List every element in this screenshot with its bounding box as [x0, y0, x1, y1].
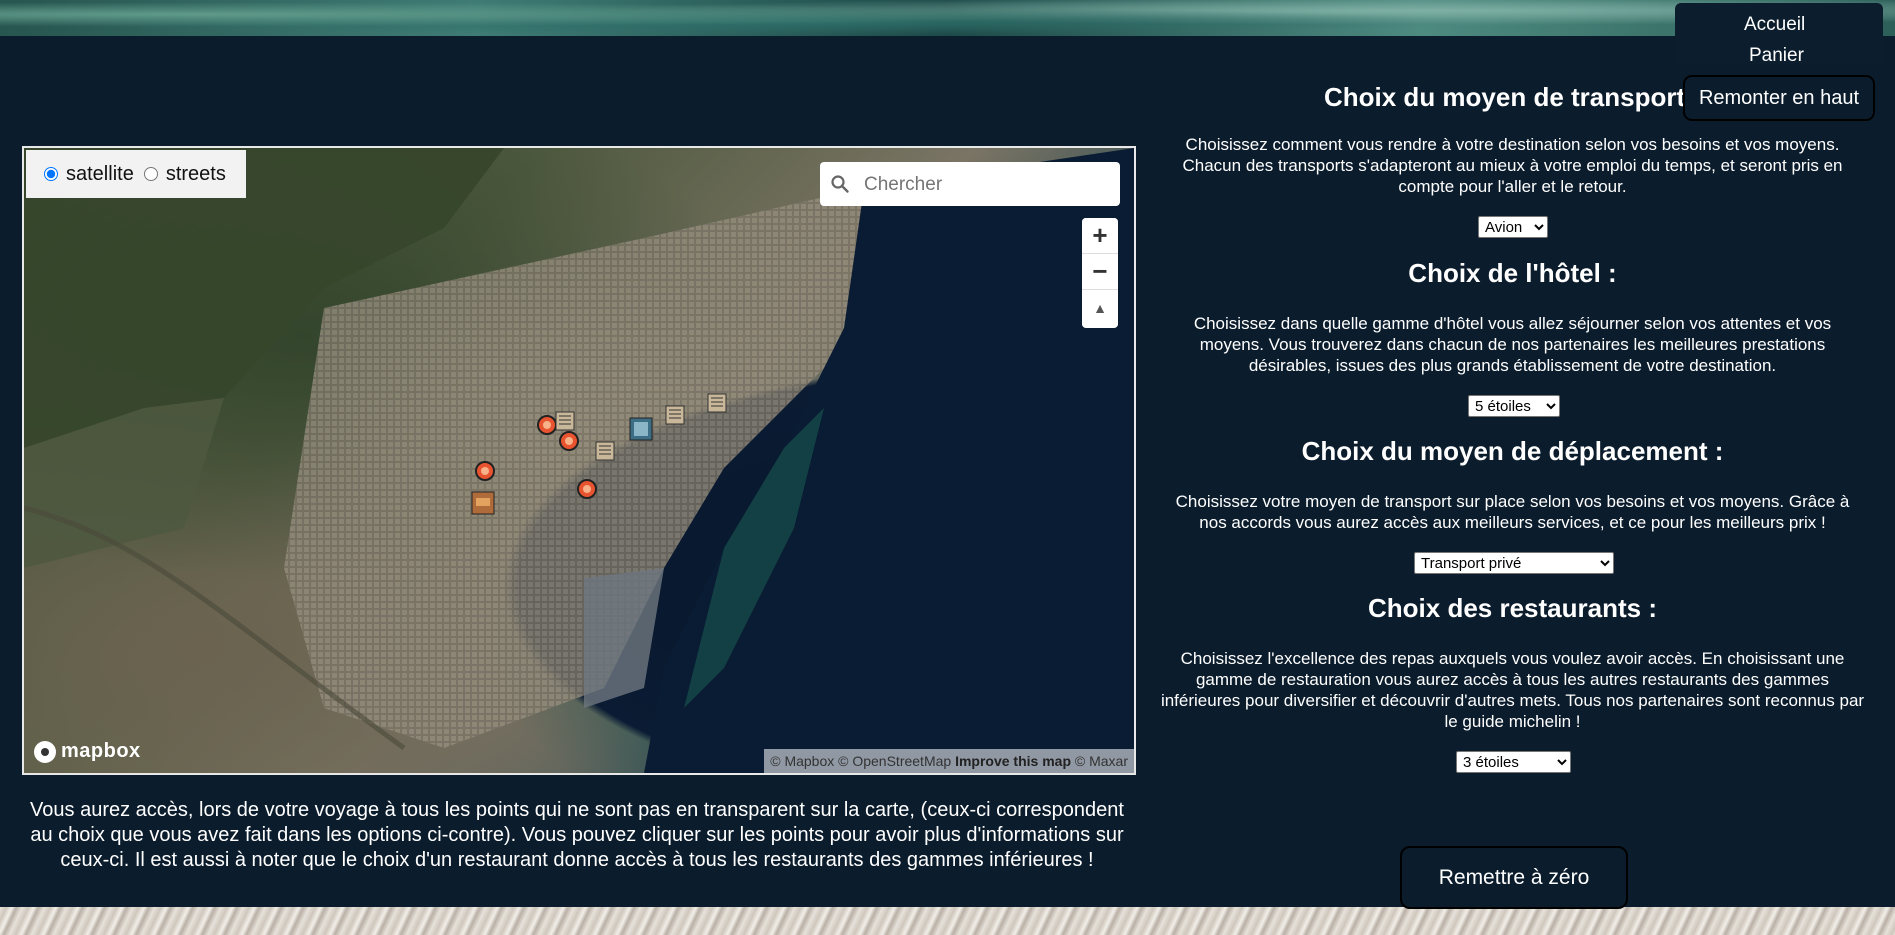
hotel-marker-icon[interactable] [554, 410, 576, 437]
map-navigation-control: + − ▲ [1082, 218, 1118, 328]
background-image-bottom [0, 907, 1895, 935]
restaurants-description: Choisissez l'excellence des repas auxque… [1160, 649, 1865, 731]
streets-label: streets [165, 162, 226, 185]
satellite-label: satellite [66, 162, 134, 185]
zoom-out-button[interactable]: − [1082, 254, 1118, 290]
nav-cart-link[interactable]: Panier [1749, 45, 1804, 67]
map-attribution: © Mapbox © OpenStreetMap Improve this ma… [764, 749, 1134, 773]
map-search-input[interactable] [862, 162, 1116, 208]
mapbox-logo-icon [34, 740, 56, 763]
deplacement-select[interactable]: Transport privé [1414, 552, 1614, 574]
background-image-top [0, 0, 1895, 36]
transport-marker-icon[interactable] [628, 416, 654, 447]
transport-description: Choisissez comment vous rendre à votre d… [1182, 135, 1843, 196]
reset-button[interactable]: Remettre à zéro [1400, 846, 1628, 909]
satellite-radio[interactable] [44, 167, 58, 181]
layer-switcher: satellite streets [26, 150, 246, 198]
map-search-box [820, 162, 1120, 208]
restaurant-marker-icon[interactable] [470, 456, 500, 491]
compass-icon: ▲ [1093, 300, 1107, 316]
main-panel: satellite streets + − ▲ map [0, 36, 1895, 909]
compass-button[interactable]: ▲ [1082, 290, 1118, 326]
deplacement-title: Choix du moyen de déplacement : [1301, 436, 1724, 466]
hotel-marker-icon[interactable] [664, 404, 686, 431]
attribution-maxar[interactable]: © Maxar [1075, 753, 1128, 769]
map-info-text: Vous aurez accès, lors de votre voyage à… [30, 799, 1124, 871]
hotel-title: Choix de l'hôtel : [1408, 258, 1617, 288]
deplacement-description: Choisissez votre moyen de transport sur … [1175, 492, 1850, 532]
hotel-description: Choisissez dans quelle gamme d'hôtel vou… [1193, 314, 1832, 375]
layer-option-streets[interactable]: streets [143, 162, 226, 186]
search-icon [831, 175, 849, 193]
map[interactable]: satellite streets + − ▲ map [22, 146, 1136, 775]
mapbox-logo[interactable]: mapbox [34, 740, 141, 763]
improve-map-link[interactable]: Improve this map [955, 753, 1071, 769]
transport-marker-icon[interactable] [470, 490, 496, 521]
hotel-marker-icon[interactable] [594, 440, 616, 467]
top-navigation: Accueil Panier [1675, 3, 1883, 67]
zoom-in-button[interactable]: + [1082, 218, 1118, 254]
hotel-marker-icon[interactable] [706, 392, 728, 419]
hotel-select[interactable]: 5 étoiles [1468, 395, 1560, 417]
restaurants-title: Choix des restaurants : [1368, 593, 1657, 623]
restaurants-select[interactable]: 3 étoiles [1456, 751, 1571, 773]
nav-home-link[interactable]: Accueil [1744, 14, 1805, 36]
layer-option-satellite[interactable]: satellite [44, 163, 134, 186]
mapbox-logo-text: mapbox [61, 740, 141, 762]
restaurant-marker-icon[interactable] [572, 474, 602, 509]
transport-select[interactable]: Avion [1478, 216, 1548, 238]
attribution-mapbox-osm[interactable]: © Mapbox © OpenStreetMap [770, 753, 951, 769]
streets-radio[interactable] [143, 167, 158, 181]
back-to-top-button[interactable]: Remonter en haut [1683, 75, 1875, 121]
